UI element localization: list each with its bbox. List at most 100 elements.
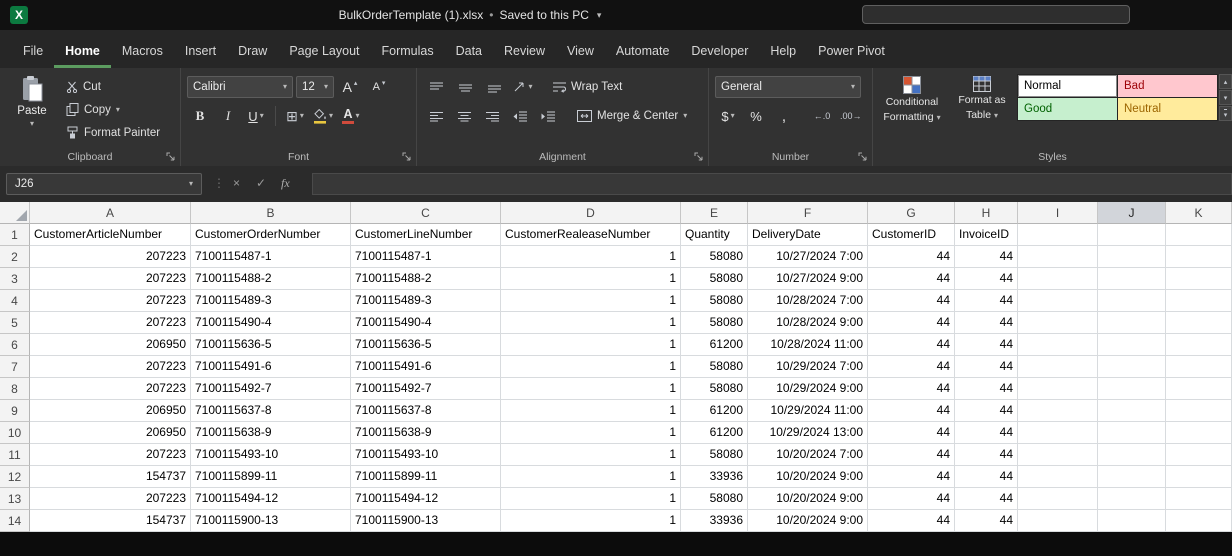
cell[interactable]: 7100115493-10	[191, 444, 351, 466]
cell[interactable]: 58080	[681, 356, 748, 378]
decrease-font-size-button[interactable]: A ▾	[366, 76, 392, 98]
cell[interactable]	[1166, 510, 1232, 532]
row-header-8[interactable]: 8	[0, 378, 30, 400]
cell[interactable]	[1166, 444, 1232, 466]
cell[interactable]: 154737	[30, 510, 191, 532]
cell[interactable]	[1018, 224, 1098, 246]
accounting-format-button[interactable]: $ ▾	[715, 105, 741, 127]
cell[interactable]: 44	[955, 378, 1018, 400]
cell[interactable]: 44	[868, 246, 955, 268]
cell[interactable]: 1	[501, 356, 681, 378]
cell[interactable]: CustomerArticleNumber	[30, 224, 191, 246]
column-header-C[interactable]: C	[351, 202, 501, 224]
row-header-3[interactable]: 3	[0, 268, 30, 290]
cell-style-normal[interactable]: Normal	[1018, 75, 1117, 97]
cell[interactable]: 61200	[681, 400, 748, 422]
cell[interactable]: 10/20/2024 9:00	[748, 488, 868, 510]
cell[interactable]: 44	[868, 510, 955, 532]
cell[interactable]	[1166, 312, 1232, 334]
copy-button[interactable]: Copy ▾	[62, 99, 164, 120]
cell[interactable]: 1	[501, 510, 681, 532]
search-box[interactable]	[862, 5, 1130, 24]
cell[interactable]: 7100115899-11	[351, 466, 501, 488]
cell[interactable]	[1018, 246, 1098, 268]
row-header-5[interactable]: 5	[0, 312, 30, 334]
cell[interactable]: 1	[501, 290, 681, 312]
cell[interactable]: 154737	[30, 466, 191, 488]
cell[interactable]: 44	[868, 334, 955, 356]
format-as-table-button[interactable]: Format as Table▾	[951, 73, 1013, 122]
column-header-A[interactable]: A	[30, 202, 191, 224]
cell[interactable]: 44	[868, 422, 955, 444]
cell[interactable]	[1166, 422, 1232, 444]
cell[interactable]: 10/29/2024 7:00	[748, 356, 868, 378]
cell[interactable]	[1166, 488, 1232, 510]
cell[interactable]: 61200	[681, 334, 748, 356]
paste-button[interactable]: Paste ▾	[8, 75, 56, 151]
row-header-12[interactable]: 12	[0, 466, 30, 488]
cell[interactable]: 58080	[681, 246, 748, 268]
cell[interactable]	[1166, 334, 1232, 356]
cell[interactable]: CustomerOrderNumber	[191, 224, 351, 246]
cell[interactable]: 44	[955, 334, 1018, 356]
cell[interactable]: 44	[868, 312, 955, 334]
cell[interactable]: 44	[868, 356, 955, 378]
row-header-7[interactable]: 7	[0, 356, 30, 378]
row-header-2[interactable]: 2	[0, 246, 30, 268]
orientation-button[interactable]: ▾	[510, 76, 536, 98]
cell[interactable]: 44	[868, 488, 955, 510]
align-center-button[interactable]	[451, 105, 477, 127]
column-header-J[interactable]: J	[1098, 202, 1166, 224]
cell[interactable]	[1098, 312, 1166, 334]
cell[interactable]: 207223	[30, 312, 191, 334]
cell[interactable]: 58080	[681, 290, 748, 312]
bold-button[interactable]: B	[187, 105, 213, 127]
increase-decimal-button[interactable]: ←.0	[809, 105, 835, 127]
dialog-launcher-icon[interactable]	[402, 152, 412, 162]
cell[interactable]: 206950	[30, 400, 191, 422]
cell[interactable]	[1018, 444, 1098, 466]
decrease-indent-button[interactable]	[507, 105, 533, 127]
tab-draw[interactable]: Draw	[227, 44, 278, 68]
column-header-G[interactable]: G	[868, 202, 955, 224]
cell[interactable]: 1	[501, 444, 681, 466]
cell[interactable]: 7100115488-2	[351, 268, 501, 290]
cell[interactable]: 7100115488-2	[191, 268, 351, 290]
cell[interactable]: 7100115489-3	[191, 290, 351, 312]
dialog-launcher-icon[interactable]	[694, 152, 704, 162]
cell[interactable]: 44	[955, 268, 1018, 290]
cell[interactable]	[1098, 510, 1166, 532]
number-format-select[interactable]: General ▾	[715, 76, 861, 98]
cell[interactable]	[1098, 422, 1166, 444]
cut-button[interactable]: Cut	[62, 76, 164, 97]
cell-style-good[interactable]: Good	[1018, 98, 1117, 120]
chevron-down-icon[interactable]: ▾	[597, 11, 602, 20]
excel-app-icon[interactable]: X	[10, 6, 28, 24]
cell[interactable]	[1098, 224, 1166, 246]
dialog-launcher-icon[interactable]	[858, 152, 868, 162]
cell[interactable]	[1018, 290, 1098, 312]
cell[interactable]: 7100115487-1	[191, 246, 351, 268]
cell[interactable]: 7100115489-3	[351, 290, 501, 312]
column-header-D[interactable]: D	[501, 202, 681, 224]
cell[interactable]	[1098, 290, 1166, 312]
cell[interactable]: 10/28/2024 7:00	[748, 290, 868, 312]
conditional-formatting-button[interactable]: Conditional Formatting▾	[875, 73, 949, 124]
cell[interactable]	[1098, 488, 1166, 510]
cell[interactable]: 207223	[30, 268, 191, 290]
tab-macros[interactable]: Macros	[111, 44, 174, 68]
column-header-K[interactable]: K	[1166, 202, 1232, 224]
column-header-E[interactable]: E	[681, 202, 748, 224]
align-middle-button[interactable]	[452, 76, 478, 98]
cell[interactable]: 10/29/2024 11:00	[748, 400, 868, 422]
decrease-decimal-button[interactable]: .00→	[837, 105, 865, 127]
cell[interactable]: 7100115637-8	[191, 400, 351, 422]
cell[interactable]: 33936	[681, 510, 748, 532]
cell[interactable]: 7100115487-1	[351, 246, 501, 268]
formula-input[interactable]	[312, 173, 1232, 195]
cell[interactable]	[1166, 466, 1232, 488]
cell[interactable]	[1166, 268, 1232, 290]
cell[interactable]: 44	[955, 246, 1018, 268]
column-header-B[interactable]: B	[191, 202, 351, 224]
cell[interactable]: 44	[955, 356, 1018, 378]
